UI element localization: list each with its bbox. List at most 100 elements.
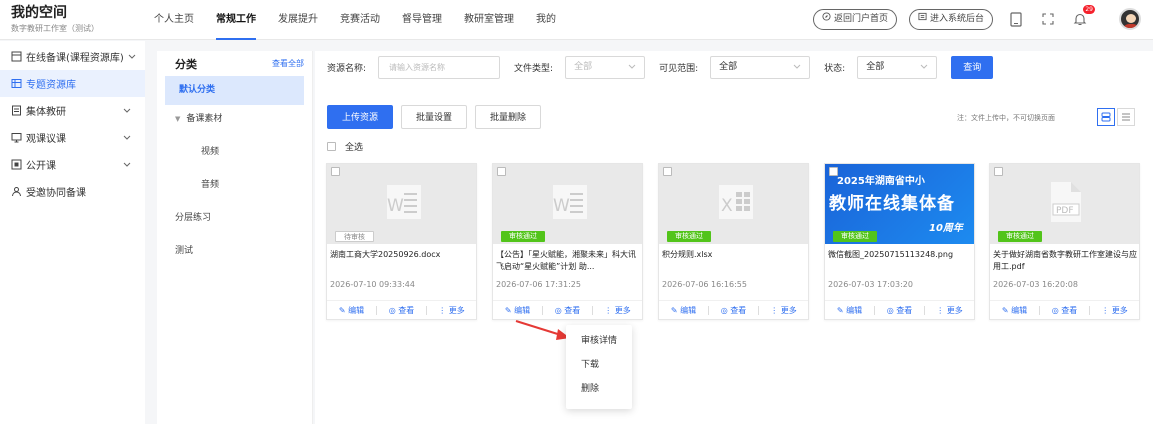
upload-resource-button[interactable]: 上传资源 (327, 105, 394, 129)
more-button[interactable]: ⋮ 更多 (1090, 305, 1139, 316)
sidebar-item-lesson-observation[interactable]: 观课议课 (0, 124, 145, 151)
annotation-arrow (515, 320, 570, 340)
card-checkbox[interactable] (663, 167, 672, 176)
query-button[interactable]: 查询 (951, 56, 994, 79)
card-checkbox[interactable] (331, 167, 340, 176)
avatar[interactable] (1119, 8, 1141, 30)
sidebar-item-open-class[interactable]: 公开课 (0, 151, 145, 178)
edit-button[interactable]: ✎ 编辑 (327, 305, 376, 316)
more-label: 更多 (614, 306, 631, 315)
resource-card[interactable]: W 待审核 湖南工商大学20250926.docx 2026-07-10 09:… (326, 163, 477, 320)
more-label: 更多 (780, 306, 797, 315)
select-all-label: 全选 (345, 143, 364, 153)
visible-scope-label: 可见范围: (659, 64, 699, 74)
view-toggle (1095, 108, 1135, 126)
more-button[interactable]: ⋮ 更多 (427, 305, 476, 316)
bell-icon[interactable]: 29 (1069, 5, 1095, 30)
resource-name-input[interactable]: 请输入资源名称 (378, 56, 501, 79)
more-button[interactable]: ⋮ 更多 (593, 305, 642, 316)
edit-label: 编辑 (1011, 306, 1028, 315)
nav-item-home[interactable]: 个人主页 (143, 0, 205, 40)
return-portal-button[interactable]: 返回门户首页 (812, 8, 897, 30)
edit-button[interactable]: ✎ 编辑 (825, 305, 874, 316)
card-date: 2026-07-03 16:20:08 (993, 280, 1078, 289)
category-item-default[interactable]: 默认分类 (165, 76, 304, 105)
banner-line-1: 2025年湖南省中小 (837, 176, 925, 187)
view-button[interactable]: ◎ 查看 (875, 305, 924, 316)
resource-card[interactable]: 2025年湖南省中小 教师在线集体备 10周年 审核通过 微信截图_202507… (824, 163, 975, 320)
view-button[interactable]: ◎ 查看 (377, 305, 426, 316)
more-button[interactable]: ⋮ 更多 (925, 305, 974, 316)
file-type-select[interactable]: 全部 (565, 56, 646, 79)
menu-item-delete[interactable]: 删除 (566, 377, 632, 401)
more-label: 更多 (1111, 306, 1128, 315)
sidebar-item-collective-research[interactable]: 集体教研 (0, 97, 145, 124)
nav-item-research-office[interactable]: 教研室管理 (453, 0, 525, 40)
list-view-icon[interactable] (1117, 108, 1135, 126)
batch-settings-button[interactable]: 批量设置 (401, 105, 468, 129)
category-item-prep-materials[interactable]: ▼ 备课素材 (165, 105, 304, 134)
category-item-test[interactable]: 测试 (165, 237, 304, 266)
view-label: 查看 (398, 306, 415, 315)
mobile-icon[interactable] (1005, 8, 1027, 30)
card-filename: 【公告】「星火赋能，湘聚未来」科大讯飞启动“星火赋能”计划 助... (496, 250, 636, 271)
card-view-icon[interactable] (1097, 108, 1115, 126)
edit-button[interactable]: ✎ 编辑 (659, 305, 708, 316)
visible-scope-select[interactable]: 全部 (710, 56, 811, 79)
nav-item-supervision[interactable]: 督导管理 (391, 0, 453, 40)
batch-delete-button[interactable]: 批量删除 (475, 105, 542, 129)
visible-scope-value: 全部 (719, 62, 738, 72)
menu-item-download[interactable]: 下载 (566, 353, 632, 377)
banner-line-2: 教师在线集体备 (829, 194, 955, 214)
category-item-layered-practice[interactable]: 分层练习 (165, 204, 304, 233)
card-date: 2026-07-10 09:33:44 (330, 280, 415, 289)
chevron-down-icon (628, 57, 636, 78)
brand-title: 我的空间 (11, 5, 67, 21)
status-select[interactable]: 全部 (857, 56, 938, 79)
category-header: 分类 查看全部 (157, 51, 312, 76)
view-button[interactable]: ◎ 查看 (543, 305, 592, 316)
status-badge: 待审核 (335, 231, 374, 242)
caret-down-icon: ▼ (175, 115, 181, 123)
view-button[interactable]: ◎ 查看 (709, 305, 758, 316)
view-all-link[interactable]: 查看全部 (272, 58, 304, 69)
more-button[interactable]: ⋮ 更多 (759, 305, 808, 316)
card-thumbnail: PDF 审核通过 (990, 164, 1139, 244)
more-label: 更多 (946, 306, 963, 315)
view-button[interactable]: ◎ 查看 (1040, 305, 1089, 316)
resource-card[interactable]: W 审核通过 【公告】「星火赋能，湘聚未来」科大讯飞启动“星火赋能”计划 助..… (492, 163, 643, 320)
chevron-down-icon (123, 105, 131, 116)
edit-button[interactable]: ✎ 编辑 (990, 305, 1039, 316)
nav-item-development[interactable]: 发展提升 (267, 0, 329, 40)
sidebar-item-topic-library[interactable]: 专题资源库 (0, 70, 145, 97)
top-right-tools: 返回门户首页 进入系统后台 29 (812, 5, 1141, 30)
view-label: 查看 (730, 306, 747, 315)
admin-backend-button[interactable]: 进入系统后台 (908, 8, 993, 30)
resource-card[interactable]: X 审核通过 积分规则.xlsx 2026-07-06 16:16:55 ✎ 编… (658, 163, 809, 320)
card-checkbox[interactable] (829, 167, 838, 176)
fullscreen-icon[interactable] (1037, 8, 1059, 30)
card-checkbox[interactable] (994, 167, 1003, 176)
sidebar-item-invited-collab[interactable]: 受邀协同备课 (0, 178, 145, 205)
video-icon (11, 159, 22, 170)
resource-card[interactable]: PDF 审核通过 关于做好湖南省数字教研工作室建设与应用工.pdf 2026-0… (989, 163, 1140, 320)
status-badge: 审核通过 (998, 231, 1042, 242)
select-all-checkbox[interactable] (327, 142, 336, 151)
edit-button[interactable]: ✎ 编辑 (493, 305, 542, 316)
menu-item-review-detail[interactable]: 审核详情 (566, 329, 632, 353)
card-checkbox[interactable] (497, 167, 506, 176)
brand[interactable]: 我的空间 数字教研工作室（测试） (11, 5, 99, 35)
category-item-video[interactable]: 视频 (165, 138, 304, 167)
group-icon (11, 186, 22, 197)
category-item-audio[interactable]: 音频 (165, 171, 304, 200)
file-type-value: 全部 (574, 62, 593, 72)
nav-item-mine[interactable]: 我的 (525, 0, 567, 40)
doc-icon (11, 105, 22, 116)
resource-name-label: 资源名称: (327, 64, 367, 74)
nav-item-competition[interactable]: 竞赛活动 (329, 0, 391, 40)
upload-note: 注：文件上传中，不可切换页面 (957, 114, 1055, 122)
brand-subtitle: 数字教研工作室（测试） (11, 24, 99, 33)
nav-item-routine-work[interactable]: 常规工作 (205, 0, 267, 40)
select-all[interactable]: 全选 (327, 140, 363, 153)
sidebar-item-online-lesson-prep[interactable]: 在线备课(课程资源库) (0, 43, 145, 70)
